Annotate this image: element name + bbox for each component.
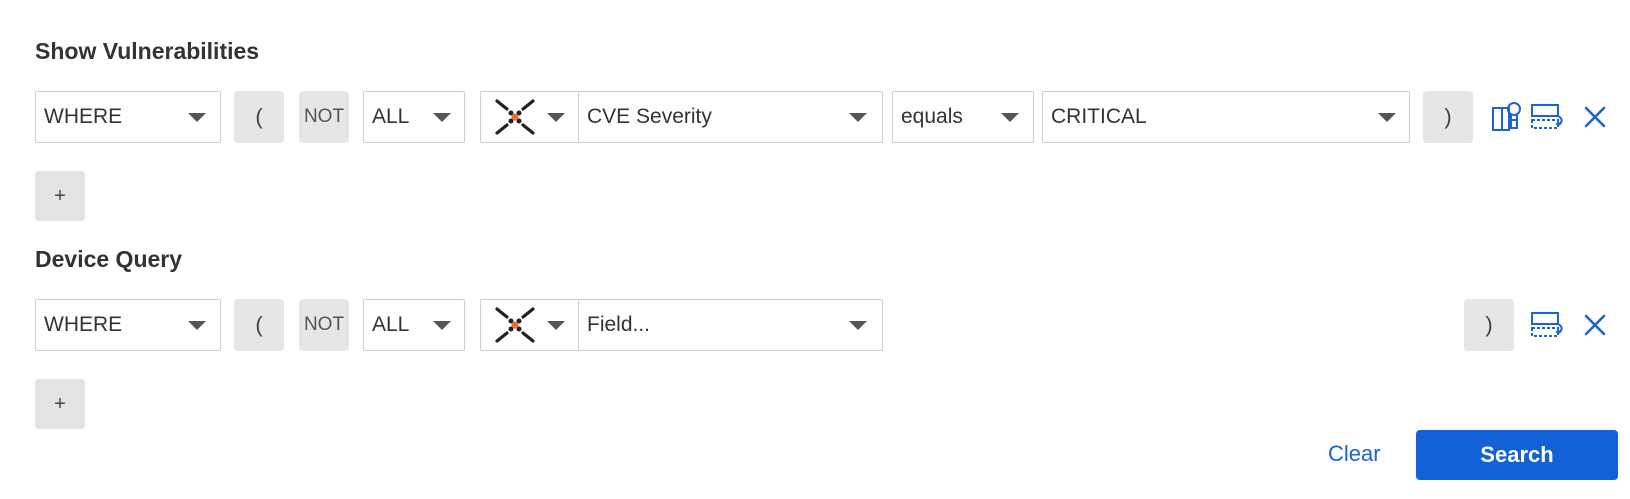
where-select-value: WHERE bbox=[44, 105, 123, 128]
chevron-down-icon bbox=[1001, 113, 1019, 122]
all-select[interactable]: ALL bbox=[363, 299, 465, 351]
adapter-select-button[interactable] bbox=[481, 300, 579, 350]
operator-select[interactable]: equals bbox=[892, 91, 1034, 143]
open-paren-button[interactable]: ( bbox=[234, 299, 284, 351]
clear-button[interactable]: Clear bbox=[1328, 441, 1381, 467]
operator-select-value: equals bbox=[901, 105, 963, 128]
duplicate-row-icon[interactable] bbox=[1530, 102, 1566, 132]
query-builder: Show Vulnerabilities WHERE ( NOT ALL CVE… bbox=[0, 0, 1630, 499]
adapter-select-button[interactable] bbox=[481, 92, 579, 142]
open-paren-button[interactable]: ( bbox=[234, 91, 284, 143]
close-icon[interactable] bbox=[1583, 105, 1607, 129]
add-condition-button[interactable]: + bbox=[35, 171, 85, 221]
search-button[interactable]: Search bbox=[1416, 430, 1618, 480]
field-select-value: CVE Severity bbox=[587, 105, 712, 128]
field-selector: Field... bbox=[480, 299, 883, 351]
chevron-down-icon bbox=[547, 113, 565, 122]
duplicate-row-icon[interactable] bbox=[1530, 310, 1566, 340]
field-select-placeholder: Field... bbox=[587, 313, 651, 336]
where-select-value: WHERE bbox=[44, 313, 123, 336]
chevron-down-icon bbox=[433, 321, 451, 330]
value-select[interactable]: CRITICAL bbox=[1042, 91, 1410, 143]
all-select-value: ALL bbox=[372, 105, 410, 128]
field-select[interactable]: CVE Severity bbox=[579, 92, 881, 142]
close-paren-button[interactable]: ) bbox=[1423, 91, 1473, 143]
all-select[interactable]: ALL bbox=[363, 91, 465, 143]
not-toggle-button[interactable]: NOT bbox=[299, 299, 349, 351]
chevron-down-icon bbox=[1378, 113, 1396, 122]
field-selector: CVE Severity bbox=[480, 91, 883, 143]
where-select[interactable]: WHERE bbox=[35, 299, 221, 351]
all-select-value: ALL bbox=[372, 313, 410, 336]
field-select[interactable]: Field... bbox=[579, 300, 881, 350]
chevron-down-icon bbox=[433, 113, 451, 122]
section-title-device-query: Device Query bbox=[35, 246, 183, 272]
close-icon[interactable] bbox=[1583, 313, 1607, 337]
chevron-down-icon bbox=[849, 321, 867, 330]
where-select[interactable]: WHERE bbox=[35, 91, 221, 143]
chevron-down-icon bbox=[188, 321, 206, 330]
adapter-cross-icon bbox=[495, 99, 535, 135]
chevron-down-icon bbox=[849, 113, 867, 122]
section-title-vulnerabilities: Show Vulnerabilities bbox=[35, 38, 260, 64]
add-condition-button[interactable]: + bbox=[35, 379, 85, 429]
value-select-value: CRITICAL bbox=[1051, 105, 1147, 128]
not-toggle-button[interactable]: NOT bbox=[299, 91, 349, 143]
filter-settings-icon[interactable] bbox=[1491, 100, 1523, 132]
chevron-down-icon bbox=[547, 321, 565, 330]
chevron-down-icon bbox=[188, 113, 206, 122]
adapter-cross-icon bbox=[495, 307, 535, 343]
close-paren-button[interactable]: ) bbox=[1464, 299, 1514, 351]
